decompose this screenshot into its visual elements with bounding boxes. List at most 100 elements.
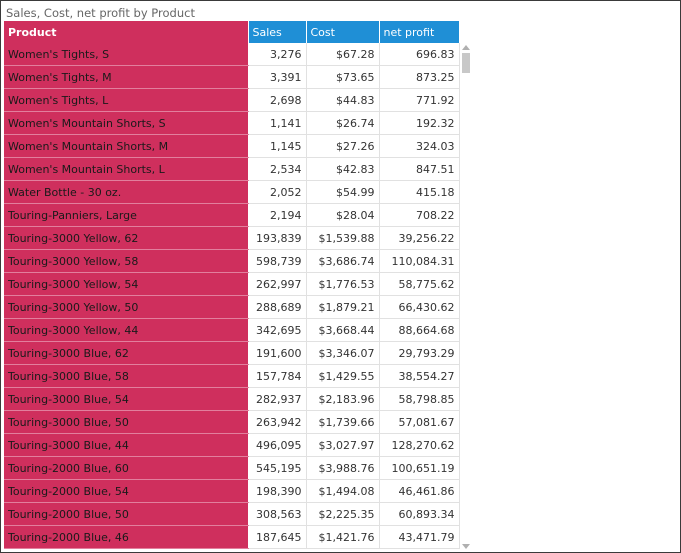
cell-sales: 342,695 (248, 318, 307, 342)
data-table: Product Sales Cost net profit Women's Ti… (4, 21, 460, 549)
cell-cost: $3,988.76 (306, 456, 380, 480)
cell-net-profit: 192.32 (379, 111, 460, 135)
scrollbar-thumb[interactable] (462, 53, 470, 73)
cell-product: Touring-3000 Yellow, 54 (4, 272, 249, 296)
cell-sales: 191,600 (248, 341, 307, 365)
cell-sales: 157,784 (248, 364, 307, 388)
table-row[interactable]: Women's Mountain Shorts, L 2,534 $42.83 847… (4, 157, 460, 181)
cell-product: Women's Tights, M (4, 65, 249, 89)
cell-sales: 193,839 (248, 226, 307, 250)
scroll-down-arrow-icon[interactable] (462, 544, 470, 549)
cell-net-profit: 38,554.27 (379, 364, 460, 388)
cell-product: Touring-2000 Blue, 60 (4, 456, 249, 480)
column-header-sales[interactable]: Sales (248, 21, 307, 43)
cell-cost: $2,225.35 (306, 502, 380, 526)
column-header-cost[interactable]: Cost (306, 21, 380, 43)
cell-net-profit: 39,256.22 (379, 226, 460, 250)
table-row[interactable]: Touring-3000 Blue, 62 191,600 $3,346.07 29,… (4, 341, 460, 365)
table-row[interactable]: Water Bottle - 30 oz. 2,052 $54.99 415.18 (4, 180, 460, 204)
table-row[interactable]: Touring-2000 Blue, 54 198,390 $1,494.08 46,… (4, 479, 460, 503)
cell-sales: 2,052 (248, 180, 307, 204)
cell-cost: $42.83 (306, 157, 380, 181)
cell-product: Women's Mountain Shorts, S (4, 111, 249, 135)
cell-cost: $3,027.97 (306, 433, 380, 457)
cell-product: Women's Tights, S (4, 43, 249, 66)
cell-cost: $2,183.96 (306, 387, 380, 411)
table-visual: Sales, Cost, net profit by Product Produ… (0, 0, 681, 553)
cell-sales: 2,534 (248, 157, 307, 181)
cell-net-profit: 29,793.29 (379, 341, 460, 365)
table-row[interactable]: Women's Tights, S 3,276 $67.28 696.83 (4, 43, 460, 66)
table-row[interactable]: Touring-3000 Yellow, 50 288,689 $1,879.21 6… (4, 295, 460, 319)
table-row[interactable]: Touring-Panniers, Large 2,194 $28.04 708.22 (4, 203, 460, 227)
table-row[interactable]: Touring-2000 Blue, 50 308,563 $2,225.35 60,… (4, 502, 460, 526)
cell-product: Touring-3000 Blue, 50 (4, 410, 249, 434)
cell-net-profit: 66,430.62 (379, 295, 460, 319)
cell-cost: $26.74 (306, 111, 380, 135)
cell-sales: 3,391 (248, 65, 307, 89)
cell-cost: $27.26 (306, 134, 380, 158)
cell-product: Touring-3000 Yellow, 44 (4, 318, 249, 342)
cell-sales: 187,645 (248, 525, 307, 549)
cell-sales: 308,563 (248, 502, 307, 526)
table-row[interactable]: Touring-3000 Blue, 50 263,942 $1,739.66 57,… (4, 410, 460, 434)
cell-product: Touring-3000 Blue, 44 (4, 433, 249, 457)
cell-cost: $1,421.76 (306, 525, 380, 549)
table-row[interactable]: Touring-3000 Blue, 54 282,937 $2,183.96 58,… (4, 387, 460, 411)
table-row[interactable]: Women's Tights, L 2,698 $44.83 771.92 (4, 88, 460, 112)
column-header-product[interactable]: Product (4, 21, 249, 43)
table-row[interactable]: Touring-3000 Yellow, 54 262,997 $1,776.53 5… (4, 272, 460, 296)
cell-net-profit: 58,775.62 (379, 272, 460, 296)
table-row[interactable]: Women's Mountain Shorts, S 1,141 $26.74 192… (4, 111, 460, 135)
cell-product: Touring-Panniers, Large (4, 203, 249, 227)
cell-net-profit: 415.18 (379, 180, 460, 204)
cell-product: Women's Mountain Shorts, M (4, 134, 249, 158)
cell-sales: 545,195 (248, 456, 307, 480)
cell-net-profit: 847.51 (379, 157, 460, 181)
cell-sales: 1,141 (248, 111, 307, 135)
cell-cost: $44.83 (306, 88, 380, 112)
table-row[interactable]: Touring-3000 Yellow, 58 598,739 $3,686.74 1… (4, 249, 460, 273)
cell-product: Touring-2000 Blue, 50 (4, 502, 249, 526)
cell-sales: 3,276 (248, 43, 307, 66)
vertical-scrollbar[interactable] (460, 43, 472, 551)
cell-product: Women's Mountain Shorts, L (4, 157, 249, 181)
cell-product: Touring-3000 Blue, 58 (4, 364, 249, 388)
column-header-net-profit[interactable]: net profit (379, 21, 460, 43)
cell-sales: 2,698 (248, 88, 307, 112)
cell-sales: 496,095 (248, 433, 307, 457)
cell-net-profit: 696.83 (379, 43, 460, 66)
cell-net-profit: 324.03 (379, 134, 460, 158)
cell-cost: $3,686.74 (306, 249, 380, 273)
table-row[interactable]: Women's Tights, M 3,391 $73.65 873.25 (4, 65, 460, 89)
table-row[interactable]: Touring-2000 Blue, 60 545,195 $3,988.76 100… (4, 456, 460, 480)
table-row[interactable]: Women's Mountain Shorts, M 1,145 $27.26 324… (4, 134, 460, 158)
cell-cost: $1,739.66 (306, 410, 380, 434)
cell-net-profit: 708.22 (379, 203, 460, 227)
cell-product: Water Bottle - 30 oz. (4, 180, 249, 204)
scroll-up-arrow-icon[interactable] (462, 45, 470, 50)
cell-product: Touring-2000 Blue, 46 (4, 525, 249, 549)
visual-title: Sales, Cost, net profit by Product (6, 6, 195, 20)
cell-sales: 282,937 (248, 387, 307, 411)
cell-cost: $73.65 (306, 65, 380, 89)
cell-net-profit: 43,471.79 (379, 525, 460, 549)
cell-product: Touring-2000 Blue, 54 (4, 479, 249, 503)
cell-cost: $54.99 (306, 180, 380, 204)
table-row[interactable]: Touring-3000 Blue, 44 496,095 $3,027.97 128… (4, 433, 460, 457)
cell-product: Touring-3000 Yellow, 58 (4, 249, 249, 273)
table-row[interactable]: Touring-2000 Blue, 46 187,645 $1,421.76 43,… (4, 525, 460, 549)
cell-cost: $1,429.55 (306, 364, 380, 388)
cell-cost: $28.04 (306, 203, 380, 227)
cell-net-profit: 873.25 (379, 65, 460, 89)
cell-net-profit: 100,651.19 (379, 456, 460, 480)
cell-cost: $1,776.53 (306, 272, 380, 296)
table-row[interactable]: Touring-3000 Yellow, 62 193,839 $1,539.88 3… (4, 226, 460, 250)
cell-cost: $1,494.08 (306, 479, 380, 503)
cell-sales: 263,942 (248, 410, 307, 434)
table-row[interactable]: Touring-3000 Yellow, 44 342,695 $3,668.44 8… (4, 318, 460, 342)
table-row[interactable]: Touring-3000 Blue, 58 157,784 $1,429.55 38,… (4, 364, 460, 388)
cell-net-profit: 771.92 (379, 88, 460, 112)
cell-net-profit: 128,270.62 (379, 433, 460, 457)
cell-product: Touring-3000 Blue, 62 (4, 341, 249, 365)
